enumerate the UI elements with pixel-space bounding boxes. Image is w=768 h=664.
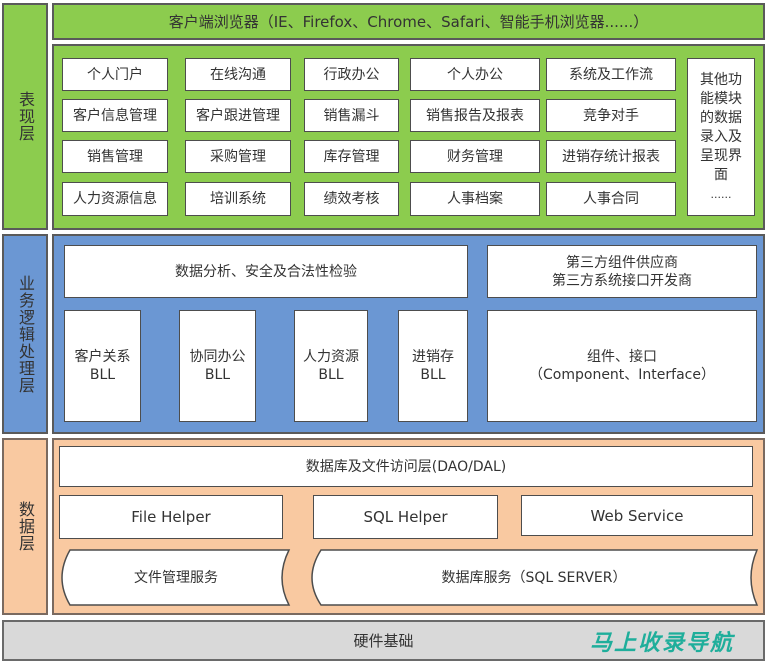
module-label: 在线沟通 bbox=[210, 66, 266, 83]
sql-helper-text: SQL Helper bbox=[363, 508, 448, 526]
module-box: 个人办公 bbox=[410, 58, 540, 91]
validation-text: 数据分析、安全及合法性检验 bbox=[175, 263, 357, 280]
module-label: 竞争对手 bbox=[583, 107, 639, 124]
module-label: 库存管理 bbox=[323, 148, 380, 165]
bll-name: 客户关系 bbox=[74, 349, 131, 365]
file-service-label: 文件管理服务 bbox=[60, 549, 292, 605]
watermark-text: 马上收录导航 bbox=[590, 631, 735, 656]
module-label: 销售漏斗 bbox=[323, 107, 380, 124]
other-modules-line: 录入及 bbox=[700, 128, 742, 145]
module-label: 人事合同 bbox=[583, 191, 639, 207]
module-box: 财务管理 bbox=[410, 140, 540, 173]
module-box: 行政办公 bbox=[304, 58, 399, 91]
data-layer-label-text: 数据层 bbox=[16, 501, 35, 552]
module-box: 人事档案 bbox=[410, 182, 540, 216]
bll-name: 协同办公 bbox=[189, 349, 246, 365]
module-label: 财务管理 bbox=[447, 148, 503, 165]
presentation-layer-label-text: 表现层 bbox=[16, 91, 35, 142]
bll-suffix: BLL bbox=[89, 367, 116, 383]
module-label: 个人门户 bbox=[87, 66, 143, 83]
bll-name: 进销存 bbox=[412, 349, 454, 365]
module-box: 系统及工作流 bbox=[546, 58, 676, 91]
module-box: 个人门户 bbox=[62, 58, 168, 91]
db-service-label: 数据库服务（SQL SERVER） bbox=[309, 549, 759, 605]
data-layer-label: 数据层 bbox=[2, 438, 48, 615]
bll-box-crm: 客户关系 BLL bbox=[64, 310, 141, 422]
bll-box-hr: 人力资源 BLL bbox=[294, 310, 368, 422]
third-party-vendor: 第三方组件供应商 bbox=[566, 254, 678, 271]
third-party-developer: 第三方系统接口开发商 bbox=[552, 272, 692, 289]
module-label: 客户跟进管理 bbox=[196, 107, 280, 124]
module-box: 绩效考核 bbox=[304, 182, 399, 216]
file-helper-text: File Helper bbox=[131, 508, 211, 526]
module-label: 进销存统计报表 bbox=[562, 148, 660, 165]
module-box: 培训系统 bbox=[185, 182, 291, 216]
module-box: 人事合同 bbox=[546, 182, 676, 216]
bll-suffix: BLL bbox=[420, 367, 446, 383]
components-box: 组件、接口 （Component、Interface） bbox=[487, 310, 757, 422]
bll-suffix: BLL bbox=[318, 367, 344, 383]
web-service-box: Web Service bbox=[521, 495, 753, 536]
module-label: 采购管理 bbox=[210, 148, 266, 165]
module-box: 销售报告及报表 bbox=[410, 99, 540, 132]
components-subtitle: （Component、Interface） bbox=[529, 367, 715, 383]
components-title: 组件、接口 bbox=[587, 349, 657, 365]
business-layer-label: 业务逻辑处理层 bbox=[2, 234, 48, 434]
other-modules-ellipsis: ...... bbox=[710, 187, 732, 201]
browser-bar-text: 客户端浏览器（IE、Firefox、Chrome、Safari、智能手机浏览器.… bbox=[168, 13, 649, 31]
business-layer-label-text: 业务逻辑处理层 bbox=[16, 274, 35, 394]
module-label: 销售报告及报表 bbox=[426, 107, 524, 124]
file-helper-box: File Helper bbox=[59, 495, 283, 539]
module-box: 客户信息管理 bbox=[62, 99, 168, 132]
other-modules-line: 呈现界 bbox=[700, 147, 742, 164]
bll-suffix: BLL bbox=[204, 367, 231, 383]
file-service-text: 文件管理服务 bbox=[134, 570, 218, 586]
module-box: 采购管理 bbox=[185, 140, 291, 173]
bll-name: 人力资源 bbox=[303, 349, 359, 365]
module-label: 客户信息管理 bbox=[73, 107, 157, 124]
module-box: 销售管理 bbox=[62, 140, 168, 173]
module-label: 个人办公 bbox=[447, 66, 503, 83]
bll-box-collaboration: 协同办公 BLL bbox=[179, 310, 256, 422]
other-modules-line: 其他功 bbox=[700, 71, 742, 88]
module-box: 库存管理 bbox=[304, 140, 399, 173]
module-box: 竞争对手 bbox=[546, 99, 676, 132]
other-modules-box: 其他功 能模块 的数据 录入及 呈现界 面 ...... bbox=[687, 58, 755, 216]
module-label: 人事档案 bbox=[447, 191, 503, 207]
presentation-layer-label: 表现层 bbox=[2, 3, 48, 230]
sql-helper-box: SQL Helper bbox=[313, 495, 498, 539]
hardware-text: 硬件基础 bbox=[353, 632, 414, 650]
third-party-box: 第三方组件供应商 第三方系统接口开发商 bbox=[487, 245, 757, 298]
module-label: 绩效考核 bbox=[323, 191, 380, 207]
dao-box: 数据库及文件访问层(DAO/DAL) bbox=[59, 446, 753, 487]
web-service-text: Web Service bbox=[590, 506, 684, 525]
module-label: 系统及工作流 bbox=[569, 66, 653, 83]
module-label: 销售管理 bbox=[87, 148, 143, 165]
other-modules-line: 面 bbox=[714, 166, 728, 183]
module-label: 人力资源信息 bbox=[73, 191, 157, 207]
module-box: 进销存统计报表 bbox=[546, 140, 676, 173]
other-modules-line: 能模块 bbox=[700, 90, 742, 107]
module-box: 人力资源信息 bbox=[62, 182, 168, 216]
module-box: 销售漏斗 bbox=[304, 99, 399, 132]
dao-text: 数据库及文件访问层(DAO/DAL) bbox=[305, 458, 507, 475]
db-service-text: 数据库服务（SQL SERVER） bbox=[441, 570, 627, 586]
browser-bar: 客户端浏览器（IE、Firefox、Chrome、Safari、智能手机浏览器.… bbox=[52, 3, 765, 40]
module-label: 培训系统 bbox=[210, 191, 266, 207]
module-label: 行政办公 bbox=[323, 66, 380, 83]
other-modules-line: 的数据 bbox=[700, 109, 742, 126]
module-box: 在线沟通 bbox=[185, 58, 291, 91]
validation-box: 数据分析、安全及合法性检验 bbox=[64, 245, 468, 298]
bll-box-inventory: 进销存 BLL bbox=[398, 310, 468, 422]
module-box: 客户跟进管理 bbox=[185, 99, 291, 132]
watermark: 马上收录导航 bbox=[590, 622, 768, 660]
